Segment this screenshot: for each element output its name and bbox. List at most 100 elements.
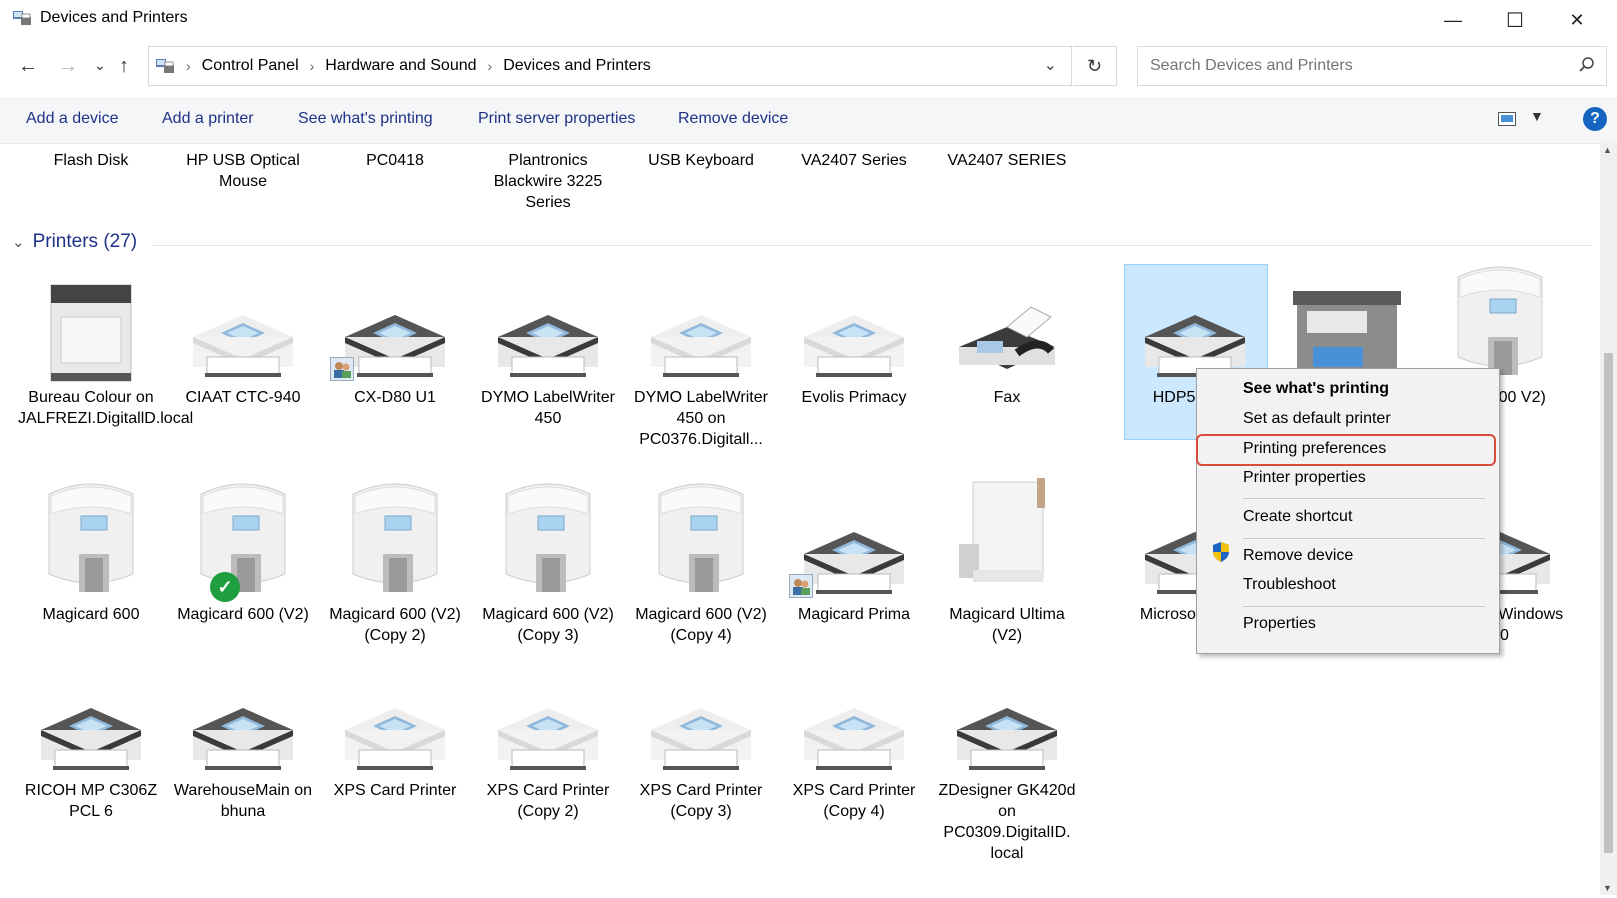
- menu-remove-device[interactable]: Remove device: [1243, 547, 1353, 565]
- device-item[interactable]: Plantronics Blackwire 3225 Series: [475, 150, 621, 213]
- printer-light-icon: [170, 265, 316, 387]
- back-button[interactable]: ←: [18, 55, 38, 78]
- device-label: PC0418: [366, 152, 424, 169]
- printer-item[interactable]: Evolis Primacy: [781, 265, 927, 471]
- printer-label: Bureau Colour on JALFREZI.DigitallD.loca…: [18, 389, 194, 427]
- laser-printer-icon: [18, 265, 164, 387]
- print-server-properties-button[interactable]: Print server properties: [478, 110, 635, 128]
- search-input[interactable]: [1148, 56, 1552, 76]
- recent-locations-button[interactable]: ⌄: [94, 57, 106, 74]
- printer-item[interactable]: DYMO LabelWriter 450: [475, 265, 621, 471]
- printer-item[interactable]: ✓ Magicard 600 (V2): [170, 483, 316, 688]
- printer-label: Magicard 600 (V2) (Copy 4): [635, 606, 767, 644]
- scroll-up-icon[interactable]: ▲: [1603, 145, 1612, 155]
- breadcrumb-devices-and-printers[interactable]: Devices and Printers: [503, 57, 651, 75]
- printer-item[interactable]: XPS Card Printer (Copy 4): [781, 663, 927, 864]
- printer-light-icon: [628, 265, 774, 387]
- device-label: HP USB Optical Mouse: [186, 152, 300, 190]
- breadcrumb-control-panel[interactable]: Control Panel: [202, 57, 299, 75]
- close-button[interactable]: ✕: [1546, 0, 1608, 40]
- printer-item[interactable]: RICOH MP C306Z PCL 6: [18, 663, 164, 864]
- title-bar: Devices and Printers — ☐ ✕: [0, 0, 1617, 40]
- card-printer-icon: [322, 483, 468, 604]
- view-options-dropdown-icon[interactable]: ▼: [1530, 108, 1544, 124]
- vertical-scrollbar[interactable]: ▲ ▼: [1600, 143, 1617, 895]
- printer-item[interactable]: Magicard 600 (V2) (Copy 2): [322, 483, 468, 688]
- printer-light-icon: [475, 663, 621, 780]
- printer-light-icon: [781, 663, 927, 780]
- printers-section-header[interactable]: ⌄ Printers (27): [12, 231, 137, 253]
- menu-create-shortcut[interactable]: Create shortcut: [1243, 508, 1352, 526]
- address-dropdown-icon[interactable]: ⌄: [1044, 55, 1057, 75]
- printer-label: Fax: [993, 389, 1021, 406]
- printer-item[interactable]: Magicard Ultima (V2): [934, 478, 1080, 688]
- chevron-right-icon: ›: [487, 58, 493, 74]
- device-item[interactable]: HP USB Optical Mouse: [170, 150, 316, 192]
- printer-dark-icon: [934, 663, 1080, 780]
- add-printer-button[interactable]: Add a printer: [162, 110, 254, 128]
- printer-label: DYMO LabelWriter 450: [481, 389, 615, 427]
- window-title: Devices and Printers: [40, 9, 188, 26]
- menu-printer-properties[interactable]: Printer properties: [1243, 469, 1366, 487]
- collapse-chevron-icon: ⌄: [12, 234, 25, 251]
- device-item[interactable]: USB Keyboard: [628, 150, 774, 171]
- printer-item[interactable]: XPS Card Printer (Copy 3): [628, 663, 774, 864]
- breadcrumb-hardware-and-sound[interactable]: Hardware and Sound: [325, 57, 476, 75]
- scrollbar-thumb[interactable]: [1604, 353, 1613, 853]
- printer-item[interactable]: DYMO LabelWriter 450 on PC0376.Digitall.…: [628, 265, 774, 471]
- menu-troubleshoot[interactable]: Troubleshoot: [1243, 576, 1336, 594]
- printer-label: DYMO LabelWriter 450 on PC0376.Digitall.…: [634, 389, 768, 448]
- remove-device-button[interactable]: Remove device: [678, 110, 788, 128]
- printer-label: Magicard 600 (V2): [177, 606, 309, 623]
- printer-item[interactable]: WarehouseMain on bhuna: [170, 663, 316, 864]
- printer-label: RICOH MP C306Z PCL 6: [24, 782, 158, 820]
- printer-item[interactable]: XPS Card Printer (Copy 2): [475, 663, 621, 864]
- device-item[interactable]: Flash Disk: [18, 150, 164, 171]
- menu-see-whats-printing[interactable]: See what's printing: [1243, 380, 1389, 398]
- fax-icon: [934, 265, 1080, 387]
- help-icon[interactable]: ?: [1583, 107, 1607, 131]
- chevron-right-icon: ›: [186, 58, 191, 74]
- search-icon[interactable]: [1578, 56, 1596, 74]
- card-printer-icon: [170, 483, 316, 604]
- default-printer-check-icon: ✓: [210, 572, 240, 602]
- printer-label: Magicard Prima: [797, 606, 911, 623]
- printer-item[interactable]: Magicard Prima: [781, 483, 927, 688]
- minimize-button[interactable]: —: [1422, 0, 1484, 40]
- close-icon: ✕: [1569, 9, 1585, 30]
- refresh-button[interactable]: ↻: [1073, 46, 1117, 86]
- printer-label: XPS Card Printer (Copy 4): [792, 782, 916, 820]
- device-item[interactable]: VA2407 SERIES: [934, 150, 1080, 171]
- address-box[interactable]: › Control Panel › Hardware and Sound › D…: [148, 46, 1072, 86]
- printer-item[interactable]: Magicard 600 (V2) (Copy 4): [628, 483, 774, 688]
- scroll-down-icon[interactable]: ▼: [1603, 883, 1612, 893]
- printer-item[interactable]: Magicard 600 (V2) (Copy 3): [475, 483, 621, 688]
- device-item[interactable]: VA2407 Series: [781, 150, 927, 171]
- search-box[interactable]: [1137, 46, 1607, 86]
- printer-item[interactable]: Fax: [934, 265, 1080, 471]
- context-menu: See what's printing Set as default print…: [1196, 368, 1500, 654]
- maximize-button[interactable]: ☐: [1484, 0, 1546, 40]
- see-whats-printing-button[interactable]: See what's printing: [298, 110, 433, 128]
- printer-light-icon: [322, 663, 468, 780]
- change-view-icon[interactable]: [1498, 112, 1516, 126]
- up-button[interactable]: ↑: [119, 55, 129, 78]
- forward-button[interactable]: →: [58, 55, 78, 78]
- printer-item[interactable]: CX-D80 U1: [322, 265, 468, 471]
- add-device-button[interactable]: Add a device: [26, 110, 119, 128]
- printer-item[interactable]: Magicard 600: [18, 483, 164, 688]
- device-item[interactable]: PC0418: [322, 150, 468, 171]
- menu-properties[interactable]: Properties: [1243, 615, 1316, 633]
- minimize-icon: —: [1444, 9, 1462, 30]
- device-label: USB Keyboard: [648, 152, 754, 169]
- printer-item[interactable]: ZDesigner GK420d on PC0309.DigitalID. lo…: [934, 663, 1080, 864]
- back-arrow-icon: ←: [18, 55, 38, 77]
- menu-set-default-printer[interactable]: Set as default printer: [1243, 410, 1391, 428]
- printer-item[interactable]: XPS Card Printer: [322, 663, 468, 864]
- printer-item[interactable]: CIAAT CTC-940: [170, 265, 316, 471]
- device-label: VA2407 Series: [801, 152, 907, 169]
- uac-shield-icon: [1213, 542, 1229, 562]
- card-printer-icon: [628, 483, 774, 604]
- printer-item[interactable]: Bureau Colour on JALFREZI.DigitallD.loca…: [18, 265, 194, 471]
- printer-label: XPS Card Printer: [333, 782, 457, 799]
